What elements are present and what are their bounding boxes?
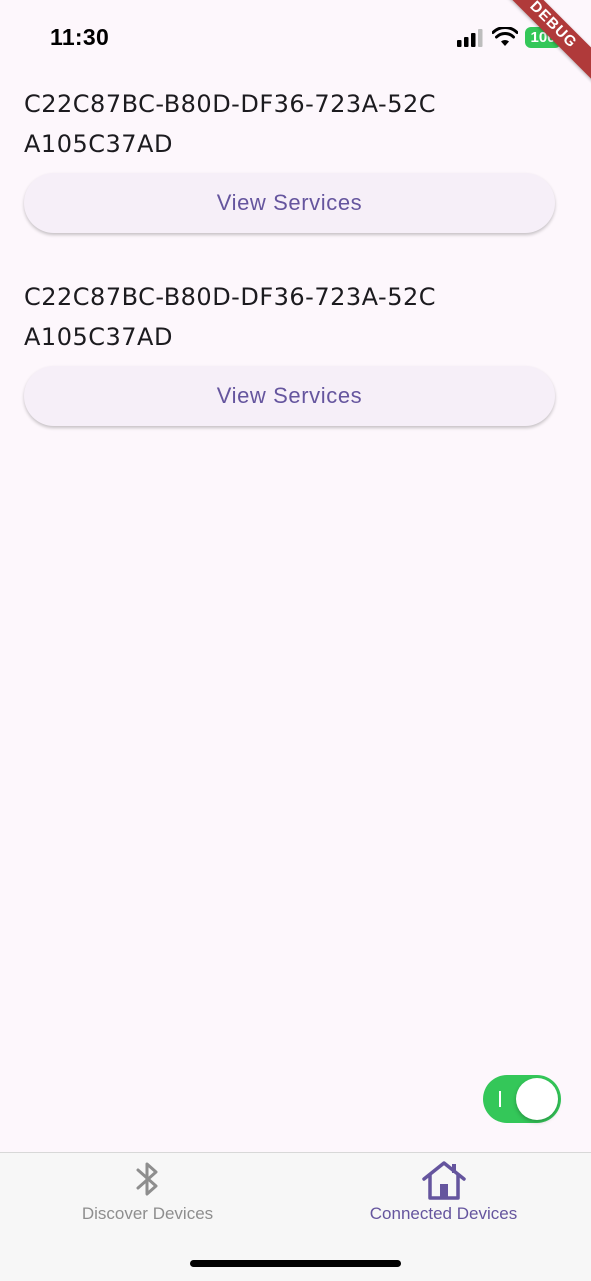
home-indicator: [190, 1260, 401, 1267]
toggle-switch[interactable]: [483, 1075, 561, 1123]
toggle-on-mark: [499, 1091, 501, 1107]
status-bar: 11:30 100 DEBUG: [0, 0, 591, 90]
nav-label: Connected Devices: [369, 1204, 518, 1223]
device-id: C22C87BC-B80D-DF36-723A-52CA105C37AD: [24, 90, 436, 158]
cellular-signal-icon: [457, 29, 483, 47]
status-time: 11:30: [50, 24, 110, 50]
device-item: C22C87BC-B80D-DF36-723A-52CA105C37AD Vie…: [24, 277, 555, 426]
device-item: C22C87BC-B80D-DF36-723A-52CA105C37AD Vie…: [24, 84, 555, 233]
wifi-icon: [492, 27, 518, 46]
nav-label: Discover Devices: [81, 1204, 214, 1223]
view-services-button[interactable]: View Services: [24, 173, 555, 233]
device-id: C22C87BC-B80D-DF36-723A-52CA105C37AD: [24, 283, 436, 351]
nav-item-connected-devices[interactable]: Connected Devices: [296, 1153, 591, 1233]
toggle-knob[interactable]: [516, 1078, 558, 1120]
home-icon: [421, 1161, 466, 1200]
bluetooth-icon: [136, 1162, 157, 1196]
view-services-button[interactable]: View Services: [24, 366, 555, 426]
nav-item-discover-devices[interactable]: Discover Devices: [0, 1153, 295, 1233]
device-list: C22C87BC-B80D-DF36-723A-52CA105C37AD Vie…: [24, 84, 555, 470]
